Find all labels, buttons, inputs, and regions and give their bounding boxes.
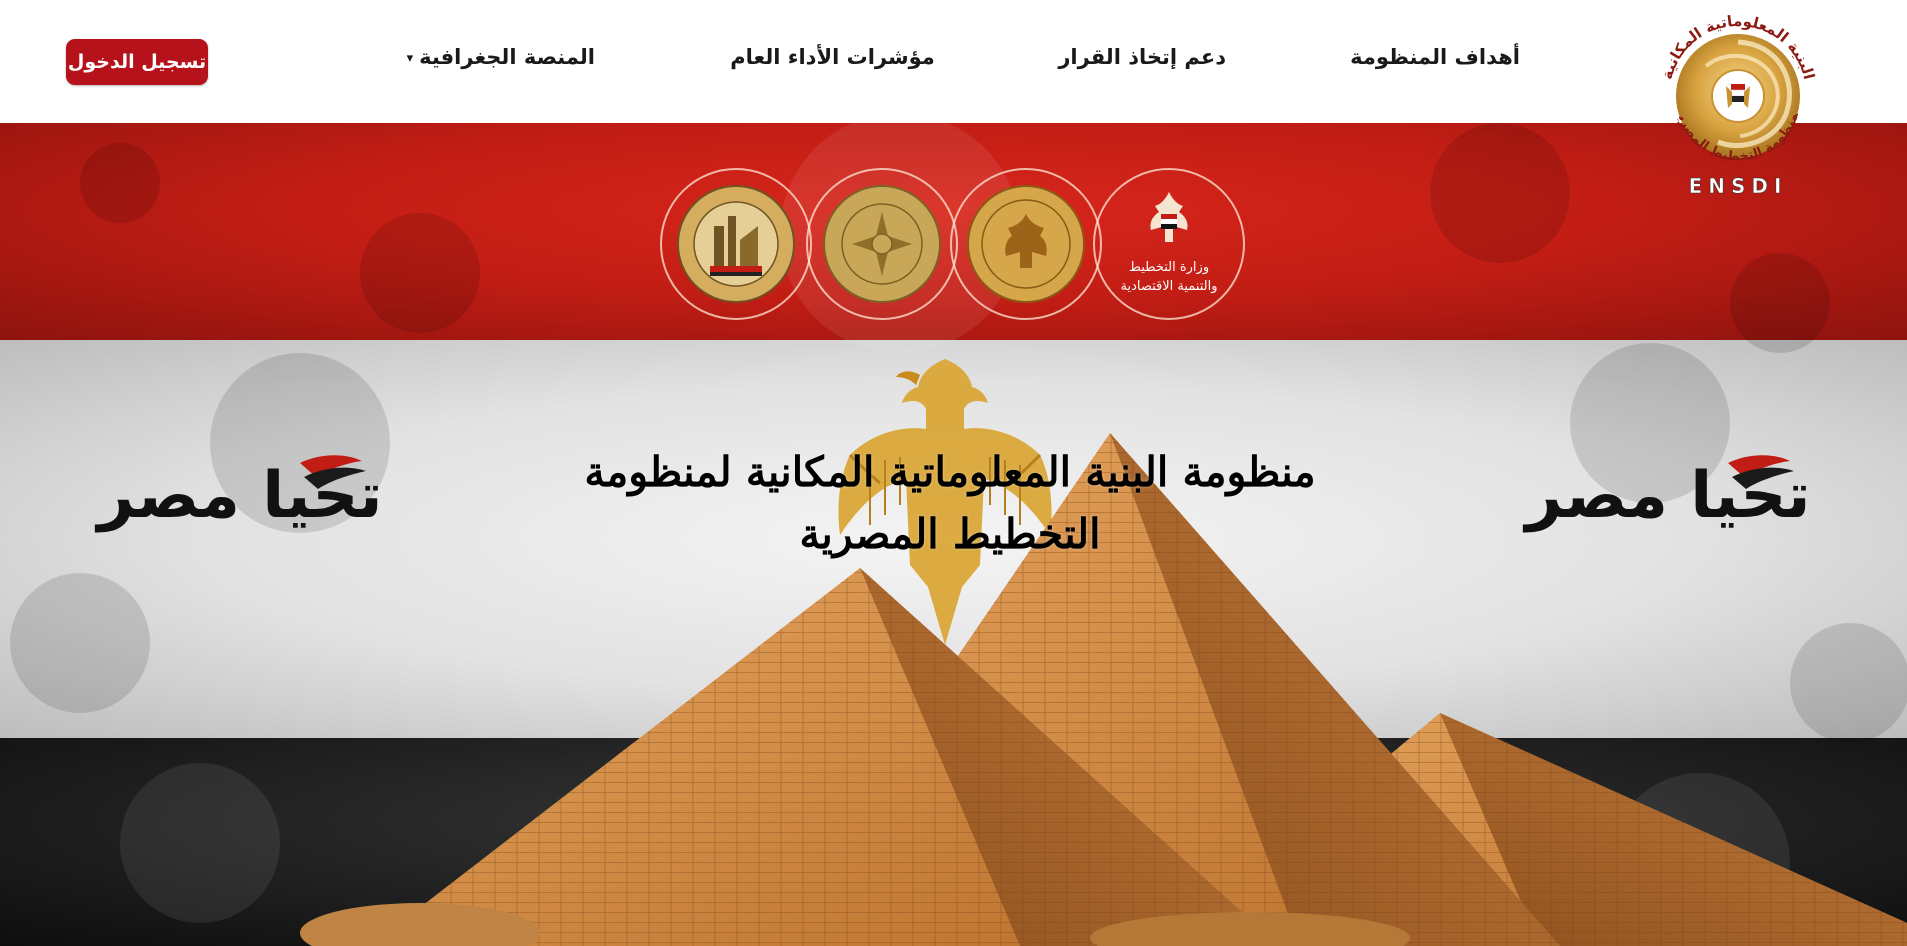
flag-swoosh-icon [1728,455,1794,489]
flag-swoosh-icon [300,455,366,489]
login-button[interactable]: تسجيل الدخول [66,39,208,85]
nav-decision-support[interactable]: دعم إتخاذ القرار [1058,45,1226,69]
top-navbar: تسجيل الدخول المنصة الجغرافية ▾ مؤشرات ال… [0,0,1907,123]
nav-geo-platform-label: المنصة الجغرافية [419,45,595,69]
tahya-masr-logo-left: تحيا مصر [90,441,390,551]
logo-abbr: ENSDI [1689,174,1788,198]
nav-performance-indicators[interactable]: مؤشرات الأداء العام [725,45,940,69]
hero-banner: وزارة التخطيط والتنمية الاقتصادية منظومة… [0,123,1907,946]
chevron-down-icon: ▾ [406,50,414,66]
nav-system-goals[interactable]: أهداف المنظومة [1350,45,1520,69]
hero-title: منظومة البنية المعلوماتية المكانية لمنظو… [584,448,1316,558]
ensdi-emblem-icon: البنية المعلوماتية المكانية لمنظومة التخ… [1644,0,1818,198]
tahya-masr-logo-right: تحيا مصر [1518,441,1818,551]
nav-geo-platform[interactable]: المنصة الجغرافية ▾ [406,45,595,69]
ensdi-logo[interactable]: البنية المعلوماتية المكانية لمنظومة التخ… [1644,0,1828,198]
